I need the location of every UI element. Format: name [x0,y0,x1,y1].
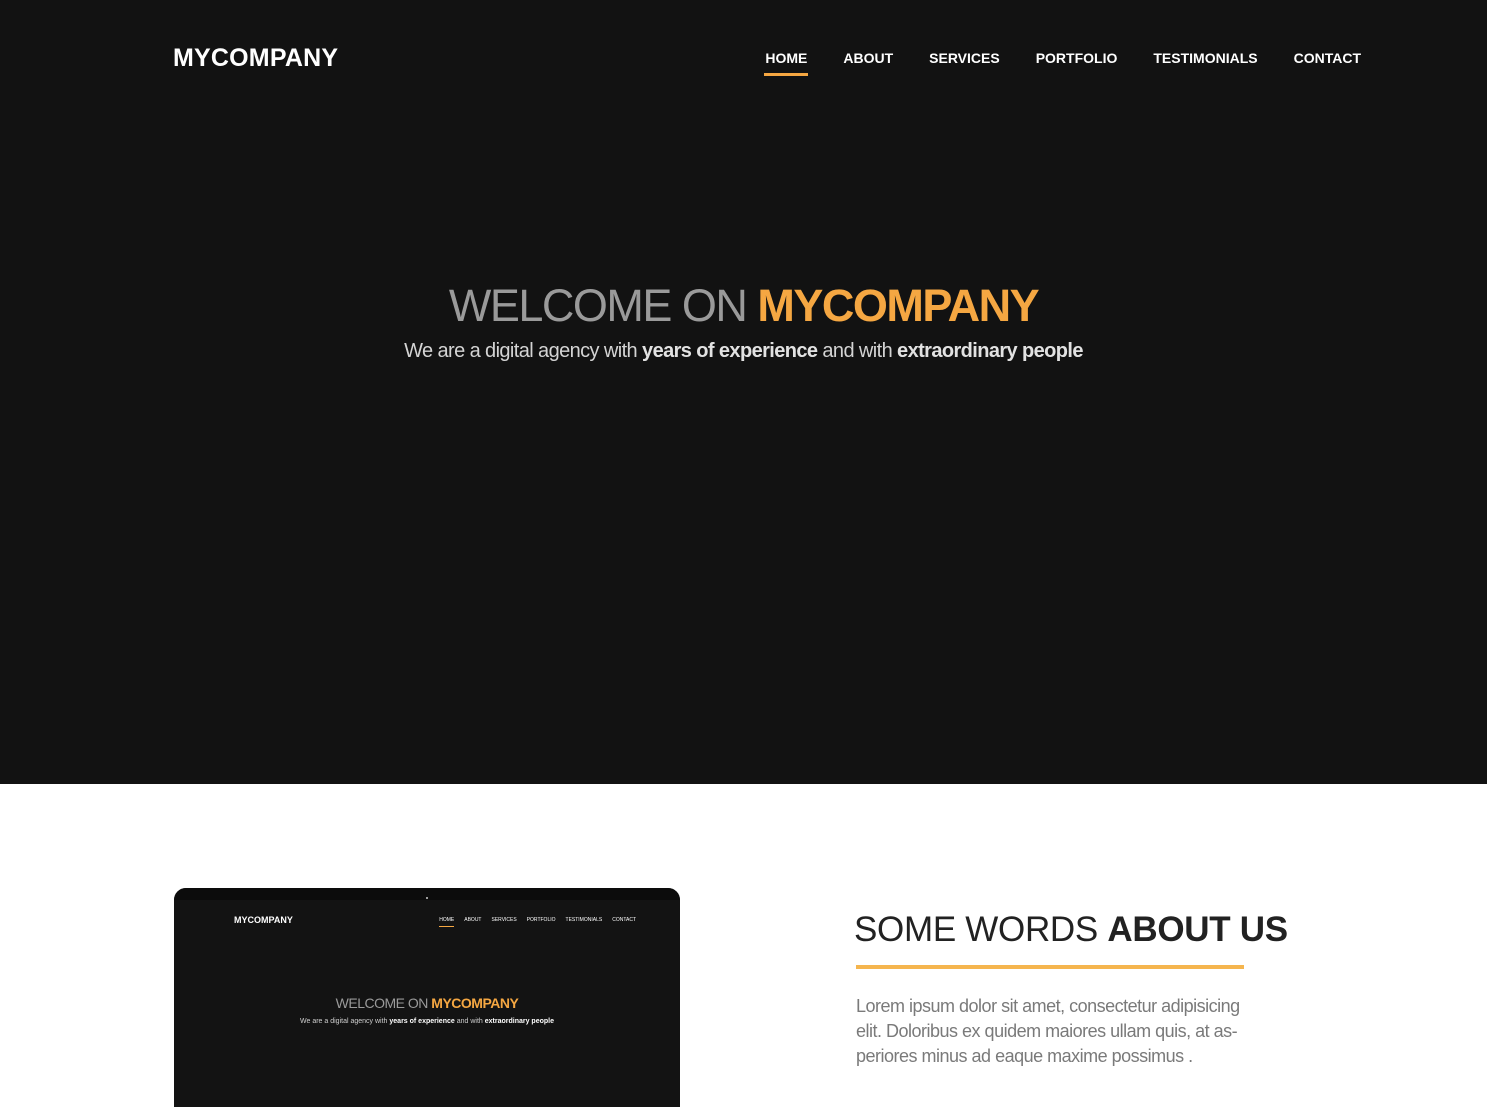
mockup-brand: MYCOMPANY [234,915,293,925]
hero-subtitle-bold2: extraordinary people [897,340,1083,362]
about-title-underline [856,965,1244,969]
about-text: Lorem ipsum dolor sit amet, consectetur … [856,996,1240,1066]
mockup-subtitle-part2: and with [454,1018,485,1025]
mockup-subtitle-bold2: extraordinary people [484,1018,554,1025]
nav-item-services[interactable]: SERVICES [929,50,1000,76]
hero-subtitle-part1: We are a digital agency with [404,340,643,362]
about-section: MYCOMPANY HOME ABOUT SERVICES PORTFOLIO … [0,784,1487,1107]
mockup-nav-item: SERVICES [491,917,517,923]
mockup-nav-item: CONTACT [612,917,636,923]
nav-item-home[interactable]: HOME [764,50,809,76]
mockup-subtitle-bold1: years of experience [389,1018,455,1025]
mockup-subtitle-part1: We are a digital agency with [300,1018,390,1025]
hero-title-accent: MYCOMPANY [757,280,1039,331]
nav-item-contact[interactable]: CONTACT [1294,50,1361,76]
mockup-nav-item: PORTFOLIO [526,917,556,923]
hero-title-prefix: WELCOME ON [448,280,758,331]
mockup-title-prefix: WELCOME ON [335,995,432,1011]
nav-item-testimonials[interactable]: TESTIMONIALS [1153,50,1257,76]
camera-icon [426,897,428,899]
hero-section: MYCOMPANY HOME ABOUT SERVICES PORTFOLIO … [0,0,1487,784]
hero-title: WELCOME ON MYCOMPANY [0,280,1487,332]
about-title: SOME WORDS ABOUT US [854,910,1288,950]
nav-item-portfolio[interactable]: PORTFOLIO [1036,50,1118,76]
hero-subtitle-bold1: years of experience [642,340,818,362]
mockup-nav: HOME ABOUT SERVICES PORTFOLIO TESTIMONIA… [439,917,636,927]
mockup-title: WELCOME ON MYCOMPANY [174,995,680,1011]
mockup-title-accent: MYCOMPANY [431,995,519,1011]
about-title-light: SOME WORDS [854,910,1108,949]
mockup-nav-item: HOME [439,917,455,927]
about-title-bold: ABOUT US [1107,910,1288,949]
mockup-nav-item: TESTIMONIALS [565,917,603,923]
laptop-mockup-image: MYCOMPANY HOME ABOUT SERVICES PORTFOLIO … [174,888,680,1107]
mockup-nav-item: ABOUT [464,917,482,923]
hero-subtitle: We are a digital agency with years of ex… [0,340,1487,363]
hero-subtitle-part2: and with [817,340,898,362]
page: MYCOMPANY HOME ABOUT SERVICES PORTFOLIO … [0,0,1487,1107]
nav-item-about[interactable]: ABOUT [843,50,893,76]
main-nav: HOME ABOUT SERVICES PORTFOLIO TESTIMONIA… [764,50,1361,76]
brand-logo[interactable]: MYCOMPANY [173,44,338,73]
mockup-subtitle: We are a digital agency with years of ex… [174,1018,680,1025]
